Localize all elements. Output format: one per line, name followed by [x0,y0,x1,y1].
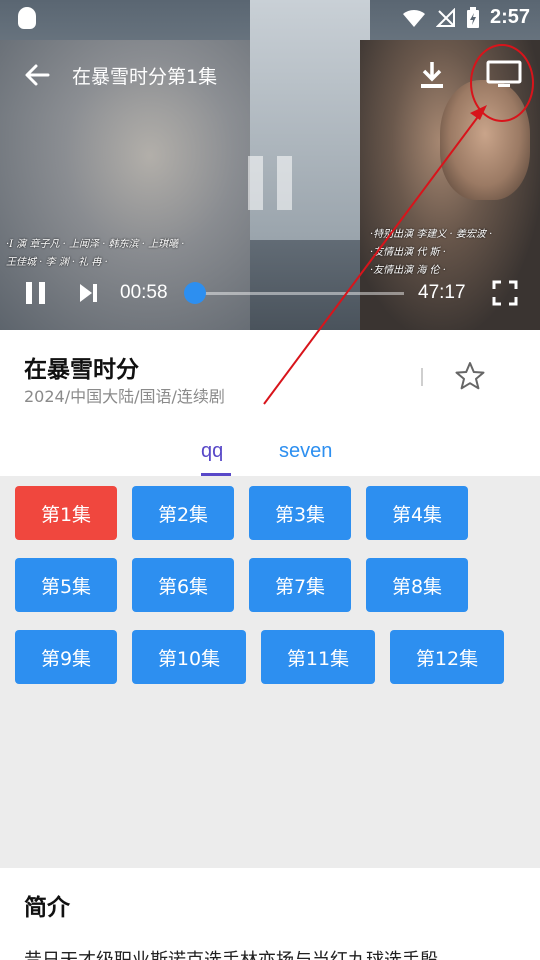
episode-button[interactable]: 第7集 [249,558,351,612]
intro-section: 简介 昔日天才级职业斯诺克选手林亦扬与当红九球选手殷 [0,868,540,960]
source-tabs: qq seven [0,440,540,476]
back-arrow-icon[interactable] [20,58,54,92]
battery-charging-icon [466,6,479,28]
credits-left-line: 王佳城 · 李 渊 · 礼 冉 · [6,257,108,268]
show-meta: 2024/中国大陆/国语/连续剧 [24,387,225,406]
annotation-circle [470,44,534,122]
credits-right-line: ·友情出演 代 斯 · [370,247,446,258]
divider [421,368,423,386]
star-outline-icon[interactable] [454,360,486,392]
episode-button[interactable]: 第12集 [390,630,504,684]
episode-grid: 第1集 第2集 第3集 第4集 第5集 第6集 第7集 第8集 第9集 第10集… [0,476,540,868]
episode-button[interactable]: 第5集 [15,558,117,612]
credits-left: ·I 演 章子凡 · 上闻泽 · 韩东滨 · 上琪曦 · 王佳城 · 李 渊 ·… [6,236,184,272]
episode-button[interactable]: 第3集 [249,486,351,540]
episode-button[interactable]: 第11集 [261,630,375,684]
video-player[interactable]: 2:57 在暴雪时分第1集 ·I 演 章子凡 · 上闻泽 · 韩东滨 · 上琪曦… [0,0,540,330]
intro-title: 简介 [24,895,70,921]
next-episode-icon[interactable] [78,283,98,303]
tab-seven[interactable]: seven [279,440,332,463]
wifi-icon [402,9,425,27]
tab-qq[interactable]: qq [201,440,223,463]
center-pause-icon[interactable] [246,156,296,210]
current-time: 00:58 [120,282,168,303]
episode-button[interactable]: 第2集 [132,486,234,540]
progress-bar[interactable] [194,292,404,295]
progress-thumb[interactable] [184,282,206,304]
intro-text: 昔日天才级职业斯诺克选手林亦扬与当红九球选手殷 [24,946,438,960]
show-info-panel: 在暴雪时分 2024/中国大陆/国语/连续剧 qq seven [0,330,540,476]
qq-notification-icon [18,7,36,29]
status-indicators: 2:57 [402,6,530,29]
total-time: 47:17 [418,282,466,303]
pause-icon[interactable] [26,282,46,304]
no-signal-icon [435,7,455,27]
fullscreen-icon[interactable] [492,280,518,306]
player-controls: 00:58 47:17 [0,272,540,316]
status-time: 2:57 [489,6,530,28]
episode-button[interactable]: 第1集 [15,486,117,540]
episode-button[interactable]: 第4集 [366,486,468,540]
video-title: 在暴雪时分第1集 [72,66,218,88]
episode-button[interactable]: 第9集 [15,630,117,684]
download-icon[interactable] [416,58,448,92]
episode-button[interactable]: 第8集 [366,558,468,612]
status-bar: 2:57 [0,0,540,36]
show-title: 在暴雪时分 [24,357,139,383]
episode-button[interactable]: 第10集 [132,630,246,684]
credits-left-line: ·I 演 章子凡 · 上闻泽 · 韩东滨 · 上琪曦 · [6,239,185,250]
player-top-bar: 在暴雪时分第1集 [0,50,540,100]
credits-right-line: ·特别出演 李建义 · 姜宏波 · [370,229,493,240]
episode-button[interactable]: 第6集 [132,558,234,612]
